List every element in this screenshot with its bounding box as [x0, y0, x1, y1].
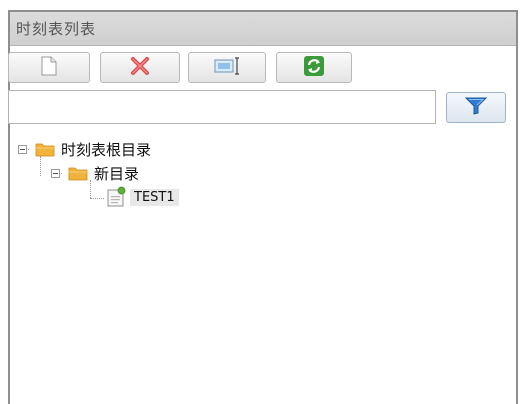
funnel-filter-icon — [464, 97, 488, 119]
tree-node-test1[interactable]: TEST1 — [106, 186, 179, 208]
timetable-file-icon — [106, 186, 126, 208]
refresh-button[interactable] — [276, 52, 352, 83]
tree-node-test1-label: TEST1 — [130, 188, 179, 206]
panel-title: 时刻表列表 — [10, 12, 516, 46]
folder-icon — [68, 165, 88, 181]
delete-button[interactable] — [100, 52, 180, 83]
new-button[interactable] — [8, 52, 90, 83]
delete-x-icon — [129, 56, 151, 80]
filter-button[interactable] — [446, 92, 506, 123]
search-input[interactable] — [8, 90, 436, 124]
search-row — [8, 88, 516, 128]
refresh-icon — [303, 55, 325, 81]
folder-icon — [35, 141, 55, 157]
tree-node-new-folder[interactable]: 新目录 — [51, 162, 139, 184]
collapse-toggle-icon[interactable] — [51, 168, 60, 178]
tree-node-root-label: 时刻表根目录 — [61, 140, 152, 159]
new-document-icon — [41, 56, 57, 80]
rename-field-icon — [213, 56, 241, 80]
toolbar — [8, 46, 516, 88]
tree-node-root[interactable]: 时刻表根目录 — [18, 138, 151, 160]
collapse-toggle-icon[interactable] — [18, 144, 27, 154]
timetable-list-panel: 时刻表列表 时刻表根目录 新目录 TEST1 — [8, 10, 518, 404]
tree-node-new-folder-label: 新目录 — [94, 164, 140, 183]
rename-button[interactable] — [188, 52, 266, 83]
